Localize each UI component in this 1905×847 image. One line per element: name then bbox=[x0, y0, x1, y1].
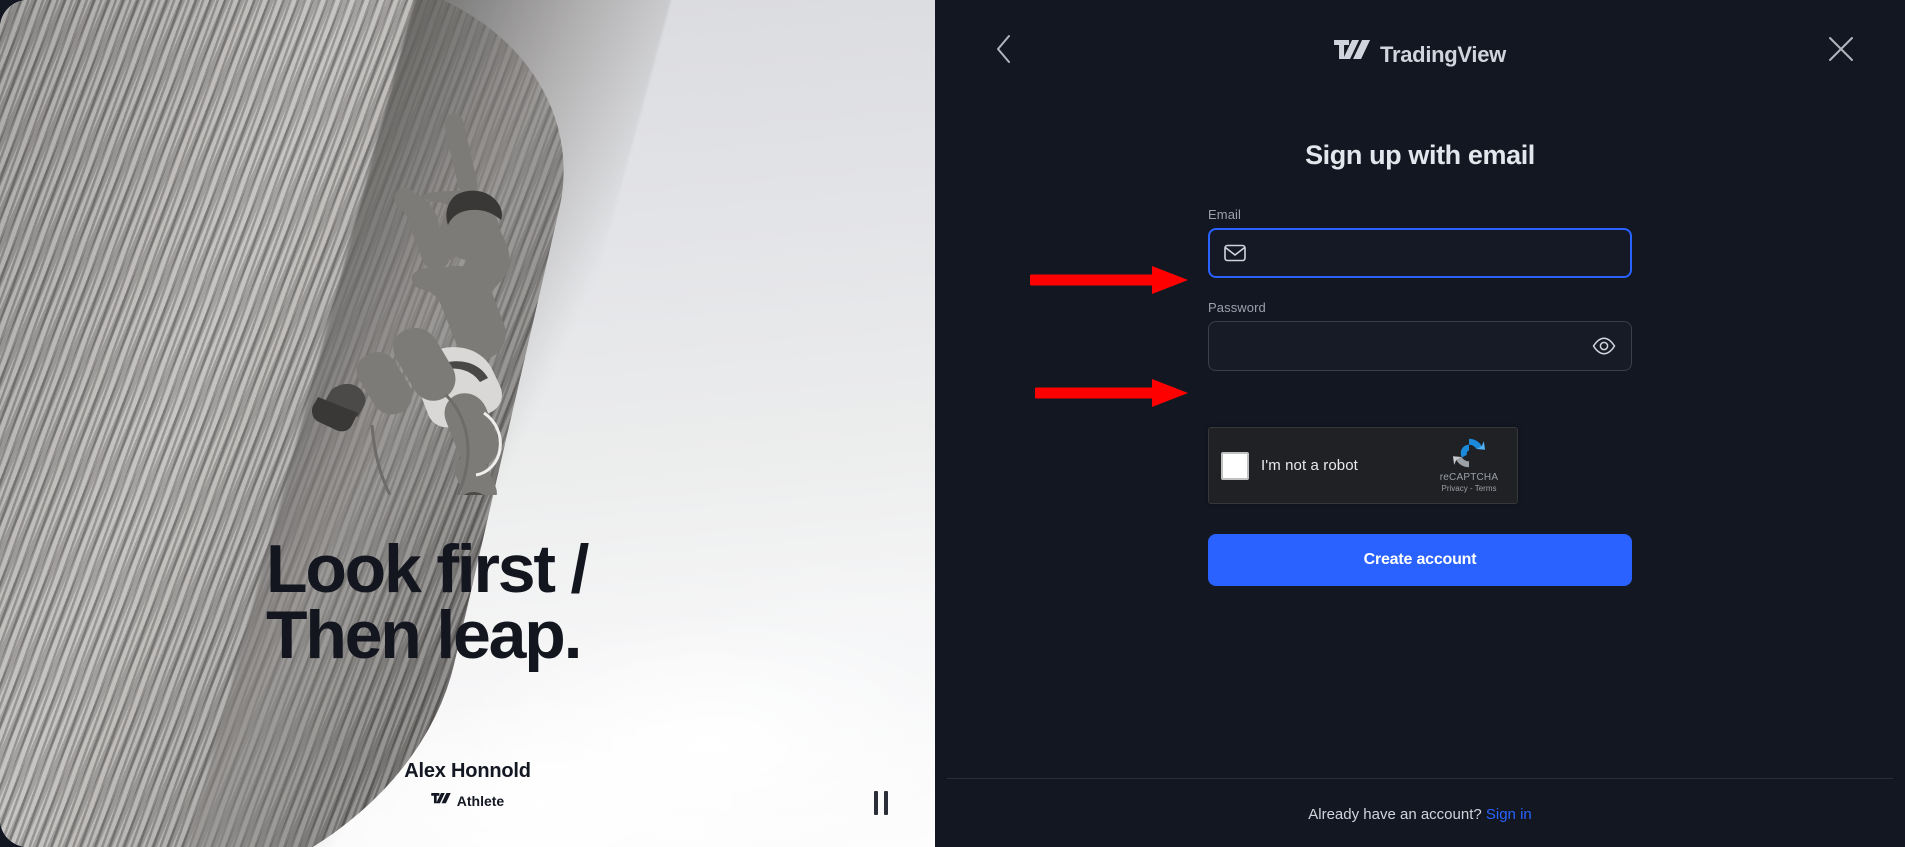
email-input[interactable] bbox=[1247, 230, 1617, 276]
eye-icon[interactable] bbox=[1591, 333, 1617, 359]
pause-icon[interactable] bbox=[867, 789, 895, 817]
password-input[interactable] bbox=[1223, 322, 1591, 370]
email-input-box[interactable] bbox=[1208, 228, 1632, 278]
tradingview-logo-icon bbox=[1334, 40, 1371, 69]
recaptcha-widget[interactable]: I'm not a robot reCAPTCHA Privacy - Term… bbox=[1208, 427, 1518, 504]
create-account-button[interactable]: Create account bbox=[1208, 534, 1632, 586]
promo-panel: Look first / Then leap. Alex Honnold Ath… bbox=[0, 0, 935, 847]
recaptcha-brand-name: reCAPTCHA bbox=[1439, 472, 1499, 483]
email-label: Email bbox=[1208, 207, 1242, 222]
footer-divider bbox=[947, 778, 1893, 779]
headline-line-1: Look first / bbox=[266, 530, 589, 607]
close-button[interactable] bbox=[1821, 31, 1861, 71]
chevron-left-icon bbox=[994, 34, 1013, 69]
back-button[interactable] bbox=[983, 31, 1023, 71]
password-input-box[interactable] bbox=[1208, 321, 1632, 371]
headline-line-2: Then leap. bbox=[266, 597, 582, 674]
promo-headline: Look first / Then leap. bbox=[266, 535, 589, 674]
password-label: Password bbox=[1208, 300, 1266, 315]
promo-author-role: Athlete bbox=[0, 793, 935, 809]
pause-bar-left bbox=[874, 791, 878, 815]
recaptcha-branding: reCAPTCHA Privacy - Terms bbox=[1431, 435, 1507, 493]
recaptcha-label: I'm not a robot bbox=[1261, 457, 1358, 474]
pause-bar-right bbox=[884, 791, 888, 815]
brand-logo: TradingView bbox=[1334, 40, 1506, 69]
arrow-to-email-field bbox=[1030, 265, 1190, 295]
signin-prompt: Already have an account? bbox=[1308, 806, 1482, 823]
envelope-icon bbox=[1223, 241, 1247, 265]
page-title: Sign up with email bbox=[1305, 140, 1535, 170]
climber-figure bbox=[250, 95, 550, 495]
signup-form: Sign up with email Email Password I'm no… bbox=[1208, 140, 1632, 586]
recaptcha-logo-icon bbox=[1451, 435, 1487, 471]
arrow-to-password-field bbox=[1035, 378, 1190, 408]
signup-screen: Look first / Then leap. Alex Honnold Ath… bbox=[0, 0, 1905, 847]
recaptcha-legal-links[interactable]: Privacy - Terms bbox=[1431, 484, 1507, 493]
password-field-group: Password bbox=[1208, 300, 1632, 371]
close-icon bbox=[1827, 35, 1855, 68]
auth-topbar: TradingView bbox=[935, 0, 1905, 96]
email-field-group: Email bbox=[1208, 207, 1632, 278]
promo-photo bbox=[0, 0, 935, 847]
auth-panel: TradingView Sign up with email Email Pas… bbox=[935, 0, 1905, 847]
sign-in-link[interactable]: Sign in bbox=[1486, 806, 1532, 823]
promo-author-name: Alex Honnold bbox=[404, 760, 531, 782]
tradingview-logo-icon bbox=[431, 793, 451, 809]
brand-name: TradingView bbox=[1380, 41, 1506, 67]
recaptcha-checkbox[interactable] bbox=[1221, 451, 1249, 480]
promo-author-role-label: Athlete bbox=[456, 793, 505, 809]
auth-footer: Already have an account? Sign in bbox=[935, 806, 1905, 823]
